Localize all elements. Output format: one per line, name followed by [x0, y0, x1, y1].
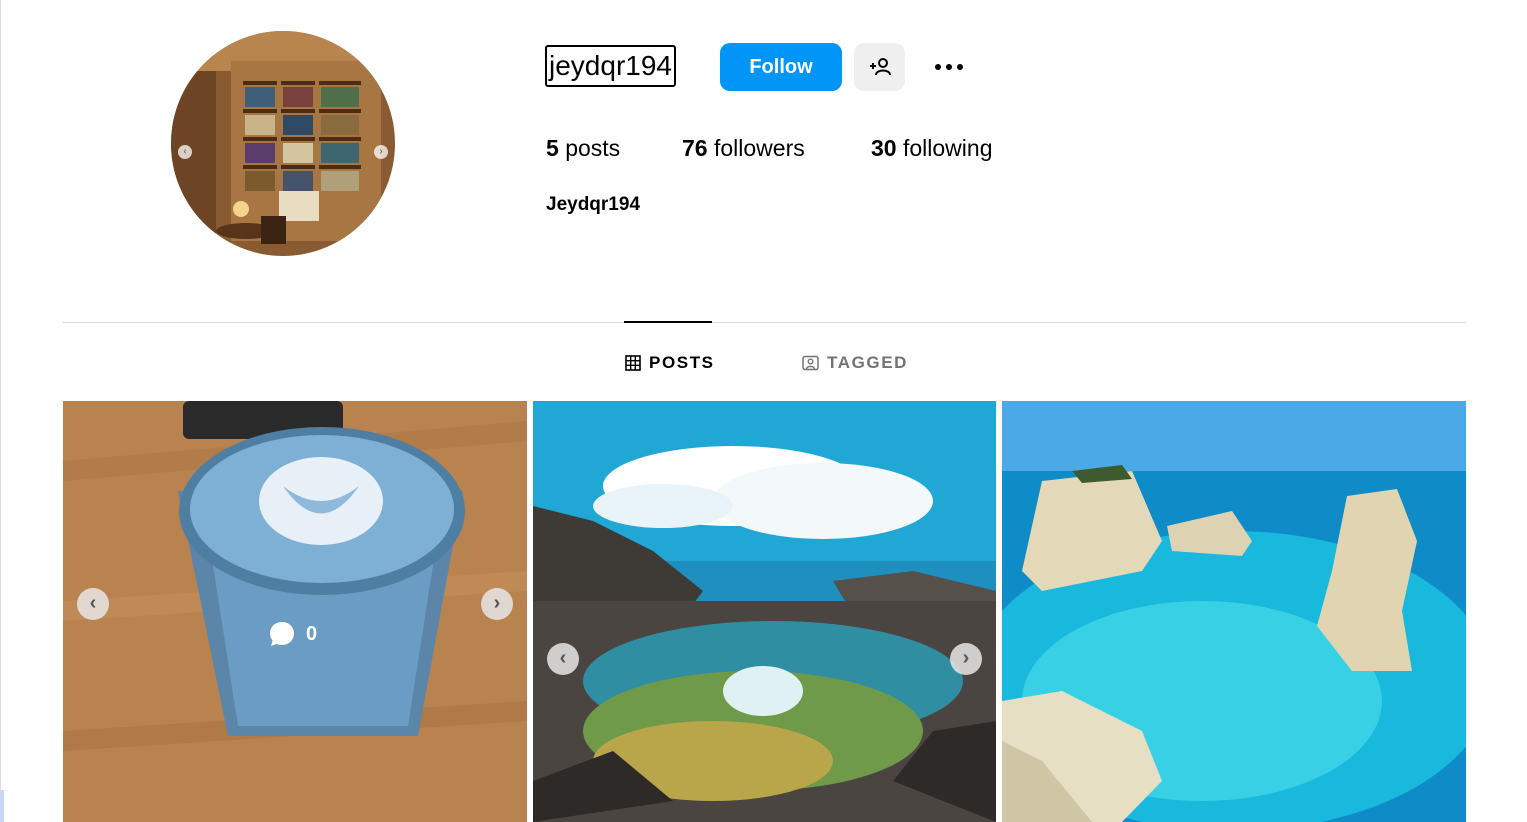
- followers-label: followers: [713, 135, 805, 161]
- following-label: following: [902, 135, 993, 161]
- tab-posts[interactable]: POSTS: [625, 351, 715, 375]
- posts-label: posts: [565, 135, 621, 161]
- more-dot-icon: [957, 64, 963, 70]
- post-tile[interactable]: [63, 401, 527, 822]
- more-dot-icon: [935, 64, 941, 70]
- scroll-indicator: [0, 790, 4, 822]
- more-options-button[interactable]: [928, 52, 970, 82]
- tabs-divider: [63, 322, 1466, 323]
- avatar-next-icon: ›: [374, 145, 388, 159]
- window-edge: [0, 0, 1, 822]
- post-tile[interactable]: [533, 401, 996, 822]
- follow-button[interactable]: Follow: [720, 43, 842, 91]
- avatar-image: [171, 31, 395, 256]
- following-count: 30: [871, 135, 897, 161]
- post-image-latte: [63, 401, 527, 822]
- tab-tagged[interactable]: TAGGED: [802, 351, 908, 375]
- tagged-icon: [802, 355, 819, 371]
- post-1-next-button[interactable]: ›: [481, 588, 513, 620]
- avatar-prev-icon: ‹: [178, 145, 192, 159]
- posts-count: 5: [546, 135, 559, 161]
- profile-username[interactable]: jeydqr194: [545, 45, 676, 87]
- posts-stat: 5 posts: [546, 134, 620, 162]
- post-1-prev-button[interactable]: ‹: [77, 588, 109, 620]
- active-tab-indicator: [624, 321, 712, 323]
- add-person-icon: [869, 58, 891, 76]
- post-tile[interactable]: [1002, 401, 1466, 822]
- profile-avatar[interactable]: [171, 31, 395, 256]
- followers-count: 76: [682, 135, 708, 161]
- more-dot-icon: [946, 64, 952, 70]
- post-image-seastacks: [1002, 401, 1466, 822]
- comment-icon: [270, 622, 294, 646]
- tab-posts-label: POSTS: [649, 353, 715, 372]
- profile-full-name: Jeydqr194: [546, 194, 641, 215]
- suggested-users-button[interactable]: [854, 43, 905, 91]
- post-1-comments: 0: [268, 620, 317, 648]
- post-1-comment-count: 0: [306, 622, 318, 645]
- followers-stat[interactable]: 76 followers: [682, 134, 805, 162]
- tab-tagged-label: TAGGED: [827, 353, 909, 372]
- following-stat[interactable]: 30 following: [871, 134, 992, 162]
- post-2-next-button[interactable]: ›: [950, 643, 982, 675]
- post-image-rockpool: [533, 401, 996, 822]
- post-2-prev-button[interactable]: ‹: [547, 643, 579, 675]
- grid-icon: [625, 355, 641, 371]
